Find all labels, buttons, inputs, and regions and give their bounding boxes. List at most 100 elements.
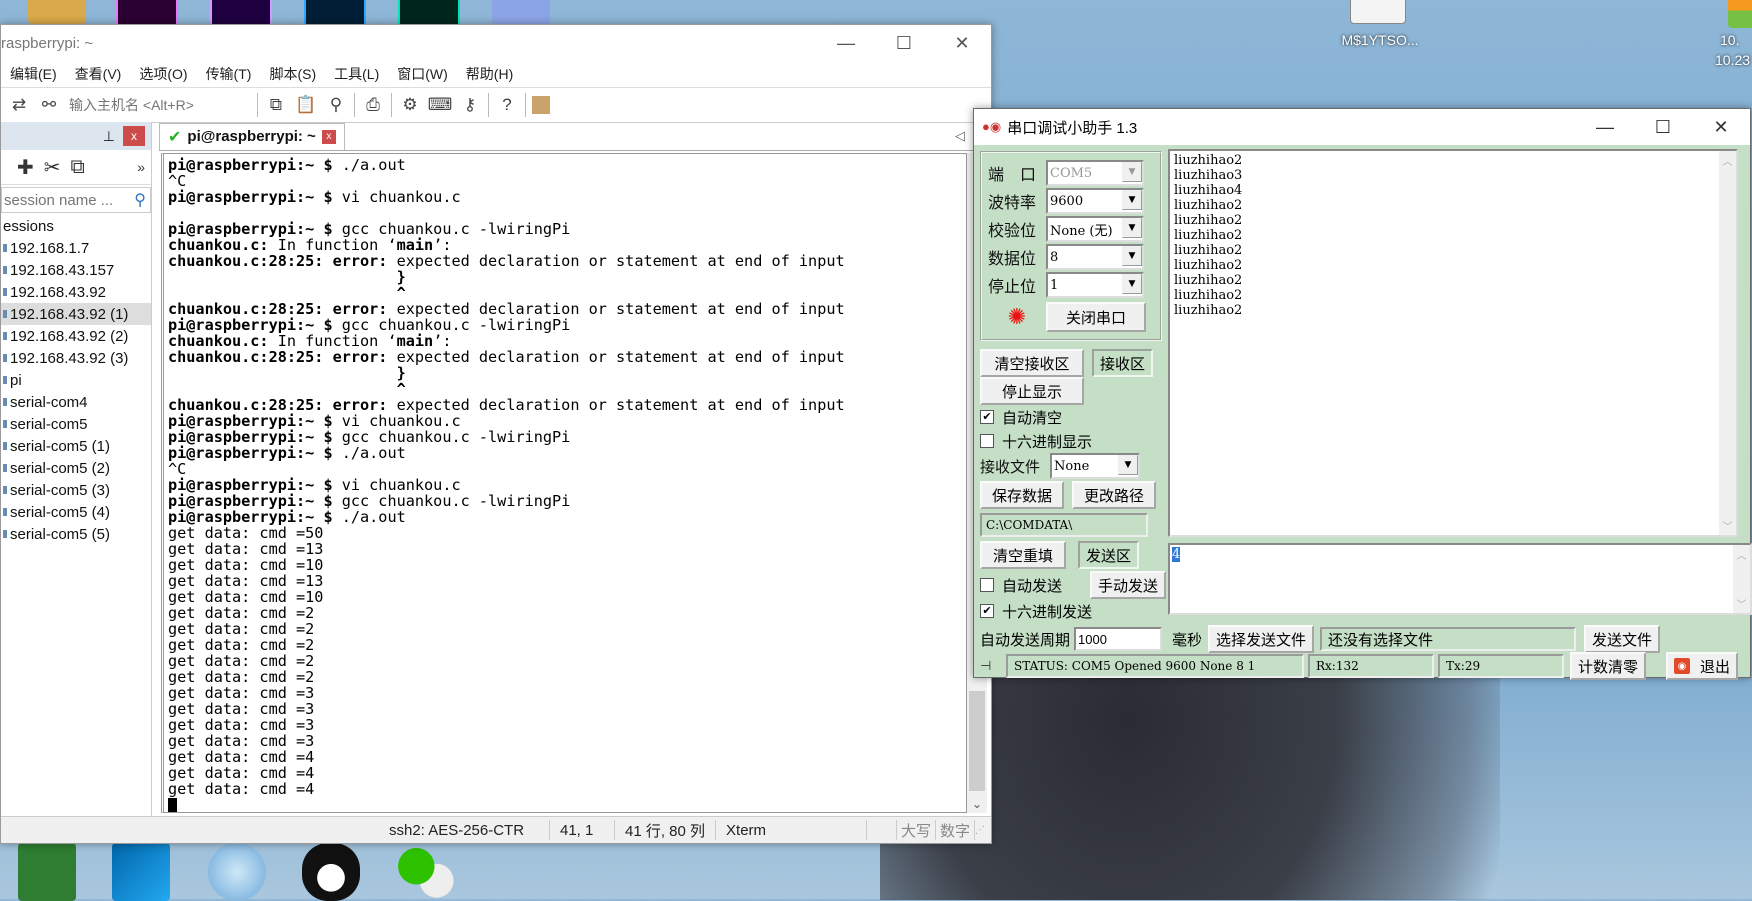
menu-edit[interactable]: 编辑(E) xyxy=(1,64,66,84)
pin-icon[interactable]: ⊥ xyxy=(103,128,115,145)
scrollbar-thumb[interactable] xyxy=(969,691,985,791)
stopbits-select[interactable]: 1 ▼ xyxy=(1046,272,1144,298)
serial-close-button[interactable]: ✕ xyxy=(1692,117,1750,138)
menu-help[interactable]: 帮助(H) xyxy=(457,64,522,84)
maximize-button[interactable]: ☐ xyxy=(875,25,933,61)
session-root[interactable]: essions xyxy=(1,215,151,237)
session-item[interactable]: 192.168.43.92 (3) xyxy=(1,347,151,369)
clear-refill-button[interactable]: 清空重填 xyxy=(980,541,1066,569)
hex-display-checkbox[interactable]: 十六进制显示 xyxy=(980,429,1162,453)
send-area-button[interactable]: 发送区 xyxy=(1078,541,1140,569)
copy-session-icon[interactable]: ⧉ xyxy=(71,156,85,179)
stop-display-button[interactable]: 停止显示 xyxy=(980,377,1084,405)
receive-scrollbar[interactable]: ︿ ﹀ xyxy=(1719,151,1736,535)
wps-icon[interactable] xyxy=(492,0,550,24)
browser-app-icon[interactable] xyxy=(208,843,266,901)
search-icon[interactable]: ⚲ xyxy=(134,190,146,210)
port-select[interactable]: COM5 ▼ xyxy=(1046,160,1144,186)
session-item[interactable]: serial-com5 (1) xyxy=(1,435,151,457)
session-item[interactable]: serial-com5 (5) xyxy=(1,523,151,545)
databits-select[interactable]: 8 ▼ xyxy=(1046,244,1144,270)
screenshot-file-icon[interactable] xyxy=(1350,0,1406,24)
session-item[interactable]: 192.168.43.92 (1) xyxy=(1,303,151,325)
session-item[interactable]: serial-com5 xyxy=(1,413,151,435)
session-item[interactable]: pi xyxy=(1,369,151,391)
session-item[interactable]: 192.168.43.92 xyxy=(1,281,151,303)
minimize-button[interactable]: — xyxy=(817,25,875,61)
pin-icon[interactable]: ⊣ xyxy=(980,658,1002,674)
parity-select[interactable]: None (无) ▼ xyxy=(1046,216,1144,242)
send-file-button[interactable]: 发送文件 xyxy=(1584,625,1661,653)
qq-icon[interactable] xyxy=(302,843,360,901)
menu-view[interactable]: 查看(V) xyxy=(66,64,131,84)
recv-file-select[interactable]: None ▼ xyxy=(1050,453,1140,479)
chevron-down-icon[interactable]: ▼ xyxy=(1122,218,1142,238)
baud-select[interactable]: 9600 ▼ xyxy=(1046,188,1144,214)
settings-gear-icon[interactable]: ⚙ xyxy=(398,93,422,117)
session-panel-close-button[interactable]: x xyxy=(123,126,145,146)
terminal-titlebar[interactable]: raspberrypi: ~ — ☐ ✕ xyxy=(1,25,991,61)
session-item[interactable]: serial-com5 (4) xyxy=(1,501,151,523)
session-item[interactable]: 192.168.43.157 xyxy=(1,259,151,281)
more-chevron-icon[interactable]: » xyxy=(137,159,145,175)
cut-icon[interactable]: ✂ xyxy=(44,155,61,180)
keyboard-icon[interactable]: ⌨ xyxy=(428,93,453,117)
auto-clear-checkbox[interactable]: ✔ 自动清空 xyxy=(980,405,1162,429)
scroll-down-icon[interactable]: ⌄ xyxy=(967,797,987,811)
chevron-down-icon[interactable]: ▼ xyxy=(1122,190,1142,210)
new-session-plus-icon[interactable]: ✚ xyxy=(17,155,34,180)
sftp-icon[interactable] xyxy=(532,96,550,114)
serial-maximize-button[interactable]: ☐ xyxy=(1634,117,1692,138)
menu-script[interactable]: 脚本(S) xyxy=(260,64,325,84)
tab-pi-raspberrypi[interactable]: ✔ pi@raspberrypi: ~ x xyxy=(159,122,345,150)
chevron-down-icon[interactable]: ▼ xyxy=(1122,246,1142,266)
session-item[interactable]: serial-com4 xyxy=(1,391,151,413)
tab-scroll-left-icon[interactable]: ◁ xyxy=(955,128,965,144)
key-icon[interactable]: ⚷ xyxy=(458,93,482,117)
recv-area-button[interactable]: 接收区 xyxy=(1092,349,1154,377)
serial-minimize-button[interactable]: — xyxy=(1576,117,1634,138)
user-folder-icon[interactable] xyxy=(28,0,86,24)
reset-count-button[interactable]: 计数清零 xyxy=(1570,652,1647,680)
checkbox-icon[interactable] xyxy=(980,578,994,592)
manual-send-button[interactable]: 手动发送 xyxy=(1089,571,1166,599)
link-icon[interactable]: ⚯ xyxy=(37,93,61,117)
terminal-output[interactable]: pi@raspberrypi:~ $ ./a.out ^C pi@raspberry… xyxy=(161,153,967,813)
exit-button[interactable]: ◉ 退出 xyxy=(1666,652,1739,680)
close-button[interactable]: ✕ xyxy=(933,25,991,61)
paste-icon[interactable]: 📋 xyxy=(294,93,318,117)
tab-close-button[interactable]: x xyxy=(321,129,336,144)
clear-recv-button[interactable]: 清空接收区 xyxy=(980,349,1084,377)
vscode-icon[interactable] xyxy=(112,843,170,901)
chevron-down-icon[interactable]: ▼ xyxy=(1118,455,1138,475)
copy-icon[interactable]: ⧉ xyxy=(264,93,288,117)
c-language-app-icon[interactable] xyxy=(18,843,76,901)
menu-window[interactable]: 窗口(W) xyxy=(388,64,457,84)
select-send-file-button[interactable]: 选择发送文件 xyxy=(1208,625,1315,653)
menu-options[interactable]: 选项(O) xyxy=(130,64,196,84)
wechat-icon[interactable] xyxy=(396,843,454,901)
serial-titlebar[interactable]: ●◉ 串口调试小助手 1.3 — ☐ ✕ xyxy=(974,109,1750,145)
menu-transfer[interactable]: 传输(T) xyxy=(197,64,261,84)
print-icon[interactable]: ⎙ xyxy=(361,93,385,117)
close-port-button[interactable]: 关闭串口 xyxy=(1046,302,1146,332)
resize-grip-icon[interactable]: ⋰ xyxy=(975,825,991,836)
host-input[interactable] xyxy=(67,96,251,114)
change-path-button[interactable]: 更改路径 xyxy=(1072,481,1156,509)
help-icon[interactable]: ? xyxy=(495,93,519,117)
app-stack-icon[interactable] xyxy=(1728,0,1752,28)
session-item[interactable]: serial-com5 (2) xyxy=(1,457,151,479)
session-item[interactable]: 192.168.1.7 xyxy=(1,237,151,259)
session-item[interactable]: 192.168.43.92 (2) xyxy=(1,325,151,347)
menu-tools[interactable]: 工具(L) xyxy=(325,64,388,84)
checkbox-icon[interactable] xyxy=(980,434,994,448)
chevron-down-icon[interactable]: ▼ xyxy=(1122,162,1142,182)
checkbox-icon[interactable]: ✔ xyxy=(980,604,994,618)
checkbox-icon[interactable]: ✔ xyxy=(980,410,994,424)
session-search-input[interactable] xyxy=(2,190,126,210)
send-input-area[interactable]: 4 ︿ ﹀ xyxy=(1168,543,1752,615)
session-item[interactable]: serial-com5 (3) xyxy=(1,479,151,501)
send-scrollbar[interactable]: ︿ ﹀ xyxy=(1733,545,1750,613)
find-binoculars-icon[interactable]: ⚲ xyxy=(324,93,348,117)
auto-send-checkbox[interactable]: 自动发送 xyxy=(980,573,1062,597)
